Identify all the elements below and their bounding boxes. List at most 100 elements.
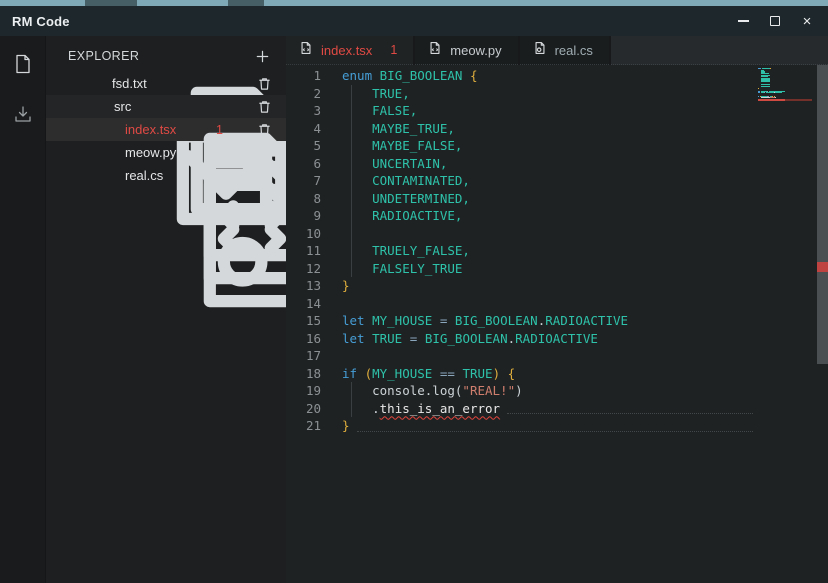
maximize-button[interactable]: [766, 12, 784, 30]
line-number: 3: [286, 102, 321, 120]
code-line-18[interactable]: 18if (MY_HOUSE == TRUE) {: [286, 365, 757, 383]
line-number: 2: [286, 85, 321, 103]
code-text: CONTAMINATED,: [342, 172, 470, 190]
code-line-1[interactable]: 1enum BIG_BOOLEAN {: [286, 67, 757, 85]
file-row-src[interactable]: src: [46, 95, 286, 118]
code-line-5[interactable]: 5 MAYBE_FALSE,: [286, 137, 757, 155]
file-name: real.cs: [125, 168, 163, 183]
scrollbar: [817, 65, 828, 583]
delete-file-button[interactable]: [255, 167, 273, 185]
code-file-icon: [299, 41, 321, 60]
explorer-sidebar: EXPLORER fsd.txt srcindex.tsx1meow.py real…: [46, 36, 286, 583]
line-number: 20: [286, 400, 321, 418]
download-icon[interactable]: [9, 100, 37, 128]
delete-file-button[interactable]: [255, 75, 273, 93]
code-line-6[interactable]: 6 UNCERTAIN,: [286, 155, 757, 173]
code-line-7[interactable]: 7 CONTAMINATED,: [286, 172, 757, 190]
line-number: 8: [286, 190, 321, 208]
indent-guide: [351, 225, 352, 243]
titlebar: RM Code ×: [0, 6, 828, 36]
code-file-icon: [102, 145, 117, 160]
cs-file-icon: [533, 41, 555, 60]
trash-icon: [258, 146, 271, 160]
new-file-button[interactable]: [252, 46, 272, 66]
tab-real-cs[interactable]: real.cs: [520, 36, 609, 65]
code-line-10[interactable]: 10: [286, 225, 757, 243]
delete-file-button[interactable]: [255, 121, 273, 139]
line-number: 11: [286, 242, 321, 260]
window-controls: ×: [734, 12, 816, 30]
minimize-button[interactable]: [734, 12, 752, 30]
tab-meow-py[interactable]: meow.py: [415, 36, 517, 65]
delete-file-button[interactable]: [255, 98, 273, 116]
code-line-11[interactable]: 11 TRUELY_FALSE,: [286, 242, 757, 260]
trailing-dotted-line: [357, 417, 753, 432]
file-row-real-cs[interactable]: real.cs: [46, 164, 286, 187]
explorer-title: EXPLORER: [68, 49, 139, 63]
code-text: UNCERTAIN,: [342, 155, 447, 173]
indent-guide: [351, 102, 352, 120]
trailing-dotted-line: [507, 400, 753, 415]
line-number: 10: [286, 225, 321, 243]
scrollbar-thumb[interactable]: [817, 65, 828, 364]
code-text: FALSE,: [342, 102, 417, 120]
line-number: 7: [286, 172, 321, 190]
line-number: 4: [286, 120, 321, 138]
code-line-19[interactable]: 19 console.log("REAL!"): [286, 382, 757, 400]
code-area: 1enum BIG_BOOLEAN {2 TRUE,3 FALSE,4 MAYB…: [286, 67, 757, 435]
close-button[interactable]: ×: [798, 12, 816, 30]
code-line-9[interactable]: 9 RADIOACTIVE,: [286, 207, 757, 225]
line-number: 17: [286, 347, 321, 365]
code-text: RADIOACTIVE,: [342, 207, 462, 225]
code-file-icon: [428, 41, 450, 60]
code-text: if (MY_HOUSE == TRUE) {: [342, 365, 515, 383]
code-line-21[interactable]: 21}: [286, 417, 757, 435]
code-line-16[interactable]: 16let TRUE = BIG_BOOLEAN.RADIOACTIVE: [286, 330, 757, 348]
file-row-fsd-txt[interactable]: fsd.txt: [46, 72, 286, 95]
line-number: 6: [286, 155, 321, 173]
line-number: 19: [286, 382, 321, 400]
code-line-17[interactable]: 17: [286, 347, 757, 365]
line-number: 13: [286, 277, 321, 295]
code-text: TRUELY_FALSE,: [342, 242, 470, 260]
code-line-2[interactable]: 2 TRUE,: [286, 85, 757, 103]
line-number: 1: [286, 67, 321, 85]
activity-bar: [0, 36, 46, 583]
code-text: TRUE,: [342, 85, 410, 103]
code-line-13[interactable]: 13}: [286, 277, 757, 295]
code-line-15[interactable]: 15let MY_HOUSE = BIG_BOOLEAN.RADIOACTIVE: [286, 312, 757, 330]
code-text: }: [342, 277, 350, 295]
code-line-8[interactable]: 8 UNDETERMINED,: [286, 190, 757, 208]
file-name: index.tsx: [125, 122, 176, 137]
file-name: fsd.txt: [112, 76, 147, 91]
line-number: 5: [286, 137, 321, 155]
file-row-meow-py[interactable]: meow.py: [46, 141, 286, 164]
line-number: 14: [286, 295, 321, 313]
code-line-20[interactable]: 20 .this_is_an_error: [286, 400, 757, 418]
explorer-file-icon[interactable]: [9, 50, 37, 78]
delete-file-button[interactable]: [255, 144, 273, 162]
line-number: 21: [286, 417, 321, 435]
code-line-3[interactable]: 3 FALSE,: [286, 102, 757, 120]
code-line-4[interactable]: 4 MAYBE_TRUE,: [286, 120, 757, 138]
app-window: RM Code × EXPLORER fsd.txtsrcindex.tsx1m…: [0, 0, 828, 583]
code-text: MAYBE_TRUE,: [342, 120, 455, 138]
accent-dark-patch: [228, 0, 264, 6]
indent-guide: [351, 260, 352, 278]
code-line-14[interactable]: 14: [286, 295, 757, 313]
line-number: 9: [286, 207, 321, 225]
minimap[interactable]: [758, 68, 795, 102]
chevron-down-icon: [76, 100, 89, 113]
line-number: 12: [286, 260, 321, 278]
code-line-12[interactable]: 12 FALSELY_TRUE: [286, 260, 757, 278]
plus-icon: [255, 49, 270, 64]
tab-index-tsx[interactable]: index.tsx1: [286, 36, 413, 65]
folder-icon: [91, 99, 106, 114]
file-row-index-tsx[interactable]: index.tsx1: [46, 118, 286, 141]
tab-label: meow.py: [450, 43, 501, 58]
window-title: RM Code: [12, 14, 70, 29]
indent-guide: [351, 190, 352, 208]
tab-label: real.cs: [555, 43, 593, 58]
indent-guide: [351, 85, 352, 103]
code-text: console.log("REAL!"): [342, 382, 523, 400]
